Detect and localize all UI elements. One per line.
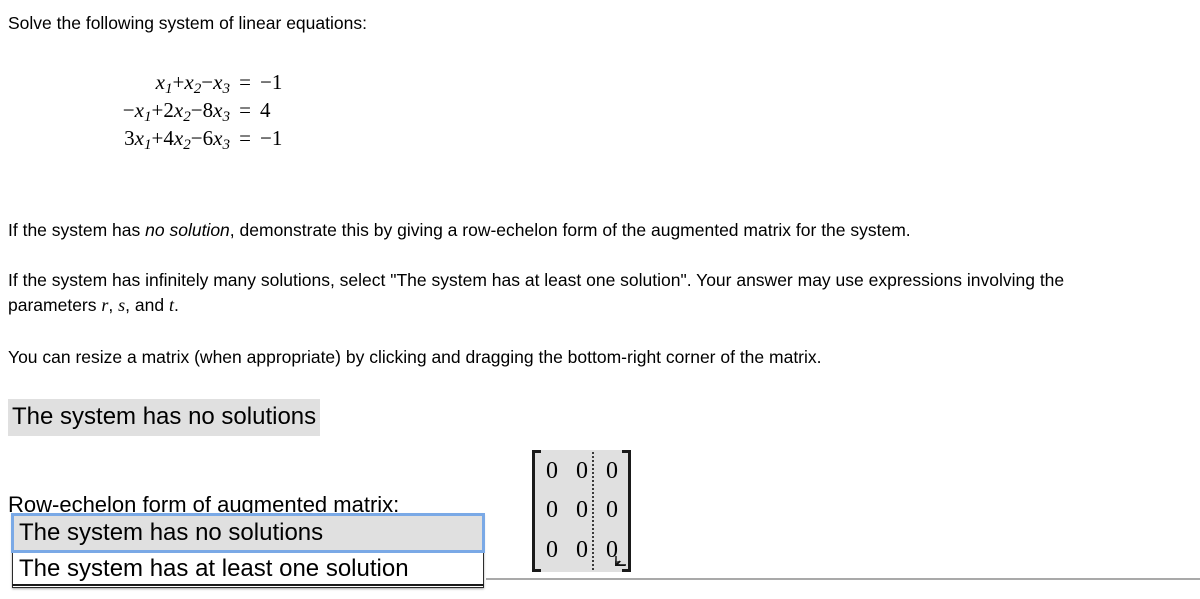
parameter-period: . xyxy=(173,295,179,315)
eq2-op2: − xyxy=(190,98,203,122)
equation-3-equals: = xyxy=(239,126,251,150)
eq3-op1: + xyxy=(151,126,164,150)
matrix-cell-r3c2[interactable]: 0 xyxy=(567,531,597,570)
equation-3-lhs: 3x1+4x2−6x3 xyxy=(8,124,230,159)
equation-row-1: x1+x2−x3 = −1 xyxy=(8,68,283,98)
instruction-no-solution-emphasis: no solution xyxy=(145,220,230,240)
eq3-sub3: 3 xyxy=(222,137,230,154)
eq1-var2: x xyxy=(184,70,194,94)
equation-row-2: −x1+2x2−8x3 = 4 xyxy=(8,96,282,126)
matrix-grid: 0 0 0 0 0 0 0 0 0 xyxy=(537,452,627,570)
eq2-var1: x xyxy=(134,98,144,122)
eq3-var2: x xyxy=(173,126,184,150)
eq2-coef3: 8 xyxy=(202,98,214,122)
instruction-no-solution: If the system has no solution, demonstra… xyxy=(8,218,1198,243)
equation-row-3: 3x1+4x2−6x3 = −1 xyxy=(8,124,283,153)
parameter-conjunction: , and xyxy=(125,295,169,315)
matrix-cell-r1c1[interactable]: 0 xyxy=(537,452,567,491)
problem-page: Solve the following system of linear equ… xyxy=(0,0,1200,599)
solution-type-dropdown[interactable]: The system has no solutions The system h… xyxy=(11,513,485,588)
instruction-no-solution-pre: If the system has xyxy=(8,220,146,240)
matrix-cell-r1c3[interactable]: 0 xyxy=(597,452,627,491)
eq1-op2: − xyxy=(201,70,214,94)
equation-3-rhs: −1 xyxy=(260,126,283,150)
equation-2-rhs: 4 xyxy=(260,98,271,122)
parameter-separator-1: , xyxy=(108,295,119,315)
eq3-sub2: 2 xyxy=(183,137,191,154)
input-field-underline xyxy=(486,578,1200,580)
eq1-sub1: 1 xyxy=(164,81,173,98)
equation-system: x1+x2−x3 = −1 −x1+2x2−8x3 = 4 3x1+4x2−6x… xyxy=(8,68,283,153)
eq1-sub3: 3 xyxy=(222,81,230,98)
instruction-no-solution-post: , demonstrate this by giving a row-echel… xyxy=(229,220,911,240)
matrix-cell-r2c1[interactable]: 0 xyxy=(537,491,567,530)
page-title: Solve the following system of linear equ… xyxy=(8,13,367,33)
matrix-cell-r1c2[interactable]: 0 xyxy=(567,452,597,491)
matrix-cell-r2c2[interactable]: 0 xyxy=(567,491,597,530)
dropdown-bottom-edge xyxy=(12,584,484,586)
dropdown-option-at-least-one-solution[interactable]: The system has at least one solution xyxy=(13,551,483,587)
equation-1-rhs: −1 xyxy=(260,70,283,94)
equation-1-equals: = xyxy=(239,70,251,94)
eq2-sub3: 3 xyxy=(222,109,230,126)
eq2-sub1: 1 xyxy=(143,109,152,126)
matrix-cell-r3c1[interactable]: 0 xyxy=(537,531,567,570)
matrix-cell-r2c3[interactable]: 0 xyxy=(597,491,627,530)
instruction-infinite-solutions: If the system has infinitely many soluti… xyxy=(8,268,1138,318)
dropdown-option-no-solutions[interactable]: The system has no solutions xyxy=(11,513,485,553)
eq3-coef3: 6 xyxy=(202,126,214,150)
eq1-var1: x xyxy=(155,70,165,94)
augmented-matrix-input[interactable]: 0 0 0 0 0 0 0 0 0 xyxy=(531,450,632,572)
eq2-var2: x xyxy=(173,98,184,122)
eq2-op1: + xyxy=(151,98,164,122)
eq2-coef2: 2 xyxy=(163,98,174,122)
eq3-coef2: 4 xyxy=(163,126,174,150)
eq2-coef1: − xyxy=(122,98,135,122)
eq2-sub2: 2 xyxy=(183,109,191,126)
equation-2-equals: = xyxy=(239,98,251,122)
selected-answer-display[interactable]: The system has no solutions xyxy=(8,399,321,436)
eq3-sub1: 1 xyxy=(143,137,152,154)
eq3-coef1: 3 xyxy=(124,126,135,150)
eq1-op1: + xyxy=(172,70,185,94)
instruction-resize-matrix: You can resize a matrix (when appropriat… xyxy=(8,347,822,367)
resize-corner-arrow-icon[interactable] xyxy=(614,555,627,568)
eq3-op2: − xyxy=(190,126,203,150)
eq3-var1: x xyxy=(134,126,144,150)
